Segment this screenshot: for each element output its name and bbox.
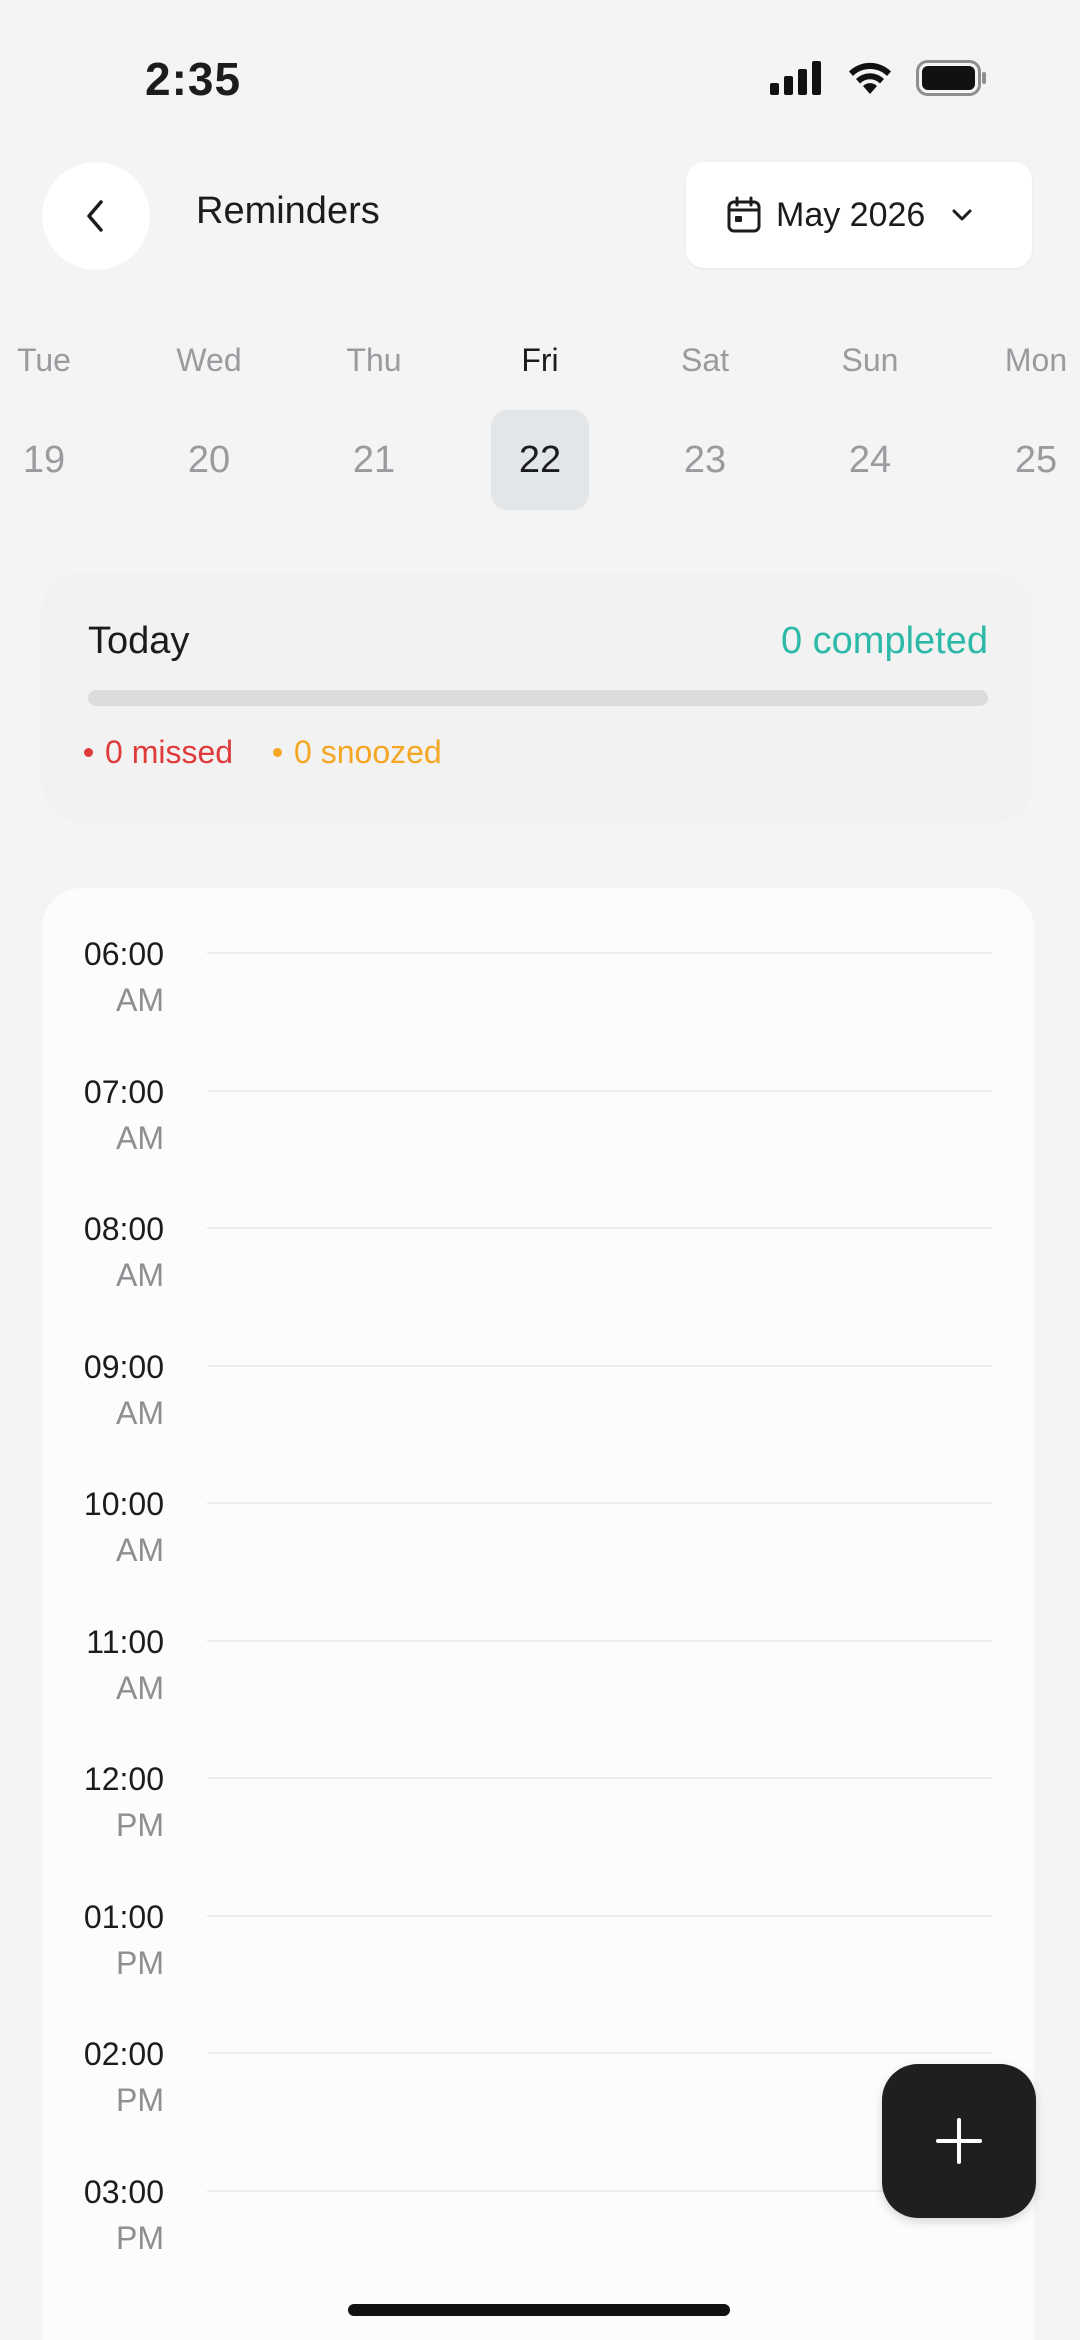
reminders-screen: 2:35 Reminders May 2026 Tue 19 Wed 20 Th… <box>0 0 1080 2340</box>
hour-row[interactable]: 12:00 PM <box>42 1757 1034 1895</box>
hour-divider <box>207 1639 992 1642</box>
hour-row[interactable]: 07:00 AM <box>42 1070 1034 1208</box>
hour-divider <box>207 1914 992 1917</box>
week-strip: Tue 19 Wed 20 Thu 21 Fri 22 Sat 23 Sun 24 Mon 25 <box>0 330 1080 520</box>
day-name: Thu <box>346 342 402 378</box>
hour-period: AM <box>116 982 164 1018</box>
day-number: 25 <box>1014 439 1058 481</box>
hour-row[interactable]: 06:00 AM <box>42 932 1034 1070</box>
hour-divider <box>207 952 992 954</box>
signal-icon <box>770 61 821 95</box>
hour-row[interactable]: 10:00 AM <box>42 1482 1034 1620</box>
battery-icon <box>916 60 986 96</box>
day-number: 24 <box>848 439 892 481</box>
day-number: 20 <box>187 439 231 481</box>
day-number: 19 <box>22 439 66 481</box>
hour-period: AM <box>116 1119 164 1156</box>
hour-period: PM <box>116 2219 164 2256</box>
chevron-left-icon <box>87 200 103 232</box>
hour-time: 08:00 <box>83 1211 164 1247</box>
hour-divider <box>207 2189 992 2192</box>
snoozed-count: 0 snoozed <box>294 734 442 770</box>
calendar-icon <box>727 196 761 233</box>
today-summary-card: Today 0 completed 0 missed 0 snoozed <box>42 572 1034 822</box>
hour-period: AM <box>116 1669 164 1706</box>
hour-divider <box>207 1364 992 1367</box>
hour-period: AM <box>116 1394 164 1431</box>
day-mon[interactable]: Mon 25 <box>981 330 1080 510</box>
hour-row[interactable]: 09:00 AM <box>42 1345 1034 1483</box>
hour-time: 11:00 <box>86 1623 164 1660</box>
hour-row[interactable]: 11:00 AM <box>42 1620 1034 1758</box>
hour-row[interactable]: 01:00 PM <box>42 1895 1034 2033</box>
day-tue[interactable]: Tue 19 <box>0 330 99 510</box>
month-label: May 2026 <box>776 195 926 234</box>
hour-divider <box>207 2052 992 2054</box>
hour-time: 02:00 <box>83 2036 164 2072</box>
summary-title: Today <box>88 620 190 662</box>
hour-time: 01:00 <box>83 1898 164 1935</box>
snoozed-stat: 0 snoozed <box>273 734 442 771</box>
hour-period: PM <box>116 2082 164 2118</box>
missed-count: 0 missed <box>105 734 234 770</box>
page-title: Reminders <box>196 190 380 232</box>
status-time: 2:35 <box>145 53 242 105</box>
home-indicator[interactable] <box>348 2304 730 2316</box>
hour-divider <box>207 1089 992 1092</box>
back-button[interactable] <box>42 162 150 270</box>
status-icons <box>770 60 988 96</box>
hour-time: 07:00 <box>83 1073 164 1110</box>
day-name: Sun <box>841 342 899 378</box>
day-name: Mon <box>1004 342 1068 378</box>
summary-stats: 0 missed 0 snoozed <box>84 734 442 771</box>
hour-period: PM <box>116 1807 164 1843</box>
snoozed-dot-icon <box>273 748 283 757</box>
chevron-down-icon <box>952 209 972 221</box>
plus-icon <box>936 2118 982 2164</box>
missed-stat: 0 missed <box>84 734 233 771</box>
day-name: Tue <box>17 342 71 378</box>
hour-time: 10:00 <box>83 1486 164 1522</box>
day-wed[interactable]: Wed 20 <box>154 330 264 510</box>
completed-count: 0 completed <box>780 620 988 662</box>
status-bar: 2:35 <box>0 0 1080 150</box>
hour-divider <box>207 1777 992 1779</box>
hour-period: PM <box>116 1944 164 1981</box>
day-thu[interactable]: Thu 21 <box>319 330 429 510</box>
hour-period: AM <box>116 1532 164 1568</box>
day-number: 23 <box>683 439 727 481</box>
day-name: Fri <box>521 342 559 378</box>
hour-time: 09:00 <box>83 1348 164 1385</box>
hour-period: AM <box>116 1257 164 1293</box>
add-reminder-button[interactable] <box>882 2064 1036 2218</box>
hour-divider <box>207 1502 992 1504</box>
wifi-icon <box>849 62 891 94</box>
missed-dot-icon <box>84 748 93 757</box>
day-number: 21 <box>352 439 396 481</box>
hour-time: 03:00 <box>83 2173 164 2210</box>
hour-time: 12:00 <box>83 1761 164 1797</box>
day-fri[interactable]: Fri 22 <box>485 330 595 510</box>
hour-time: 06:00 <box>83 936 164 972</box>
hour-divider <box>207 1227 992 1229</box>
day-name: Sat <box>680 342 730 378</box>
hour-row[interactable]: 08:00 AM <box>42 1207 1034 1345</box>
month-picker-button[interactable]: May 2026 <box>686 162 1032 268</box>
day-name: Wed <box>176 342 242 378</box>
day-sat[interactable]: Sat 23 <box>650 330 760 510</box>
day-sun[interactable]: Sun 24 <box>815 330 925 510</box>
progress-bar <box>88 690 988 706</box>
day-number: 22 <box>491 410 589 510</box>
